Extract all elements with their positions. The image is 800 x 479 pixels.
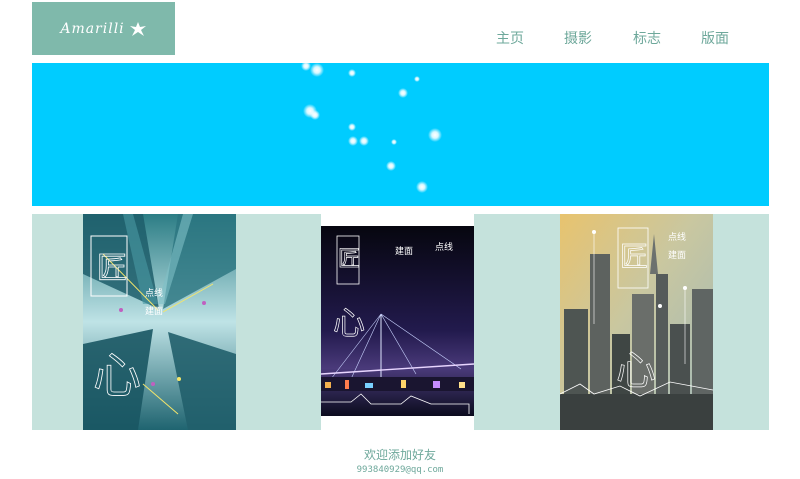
poster-title-char-1: 匠 (620, 240, 648, 273)
poster-tagline-top: 点线 (145, 287, 163, 299)
poster-gallery: 匠 心 点线 建面 匠 心 建面 点线 匠 心 点线 建面 (32, 214, 769, 430)
nav-item-home[interactable]: 主页 (496, 28, 524, 48)
poster-tagline-bottom: 建面 (145, 305, 163, 317)
poster-image: 匠 心 建面 点线 (321, 214, 474, 430)
poster-image: 匠 心 点线 建面 (560, 214, 713, 430)
poster-tagline-bottom: 建面 (395, 245, 413, 257)
poster-card[interactable]: 匠 心 点线 建面 (83, 214, 236, 430)
nav-item-photography[interactable]: 摄影 (564, 28, 592, 48)
poster-title-char-2: 心 (333, 304, 365, 342)
poster-title-char-2: 心 (93, 348, 141, 404)
poster-tagline-top: 点线 (668, 231, 686, 243)
poster-image: 匠 心 点线 建面 (83, 214, 236, 430)
main-nav: 主页 摄影 标志 版面 (0, 28, 800, 50)
poster-tagline-bottom: 建面 (668, 249, 686, 261)
poster-title-char-2: 心 (616, 348, 656, 394)
poster-card[interactable]: 匠 心 建面 点线 (321, 214, 474, 430)
poster-title-char-1: 匠 (338, 247, 360, 272)
hero-banner (32, 63, 769, 206)
footer-email[interactable]: 993840929@qq.com (0, 465, 800, 475)
poster-tagline-top: 点线 (435, 241, 453, 253)
poster-card[interactable]: 匠 心 点线 建面 (560, 214, 713, 430)
poster-title-char-1: 匠 (97, 251, 127, 286)
footer-title: 欢迎添加好友 (363, 448, 436, 462)
nav-item-logos[interactable]: 标志 (633, 28, 661, 48)
bokeh-lights (301, 63, 442, 193)
nav-item-layout[interactable]: 版面 (701, 28, 729, 48)
